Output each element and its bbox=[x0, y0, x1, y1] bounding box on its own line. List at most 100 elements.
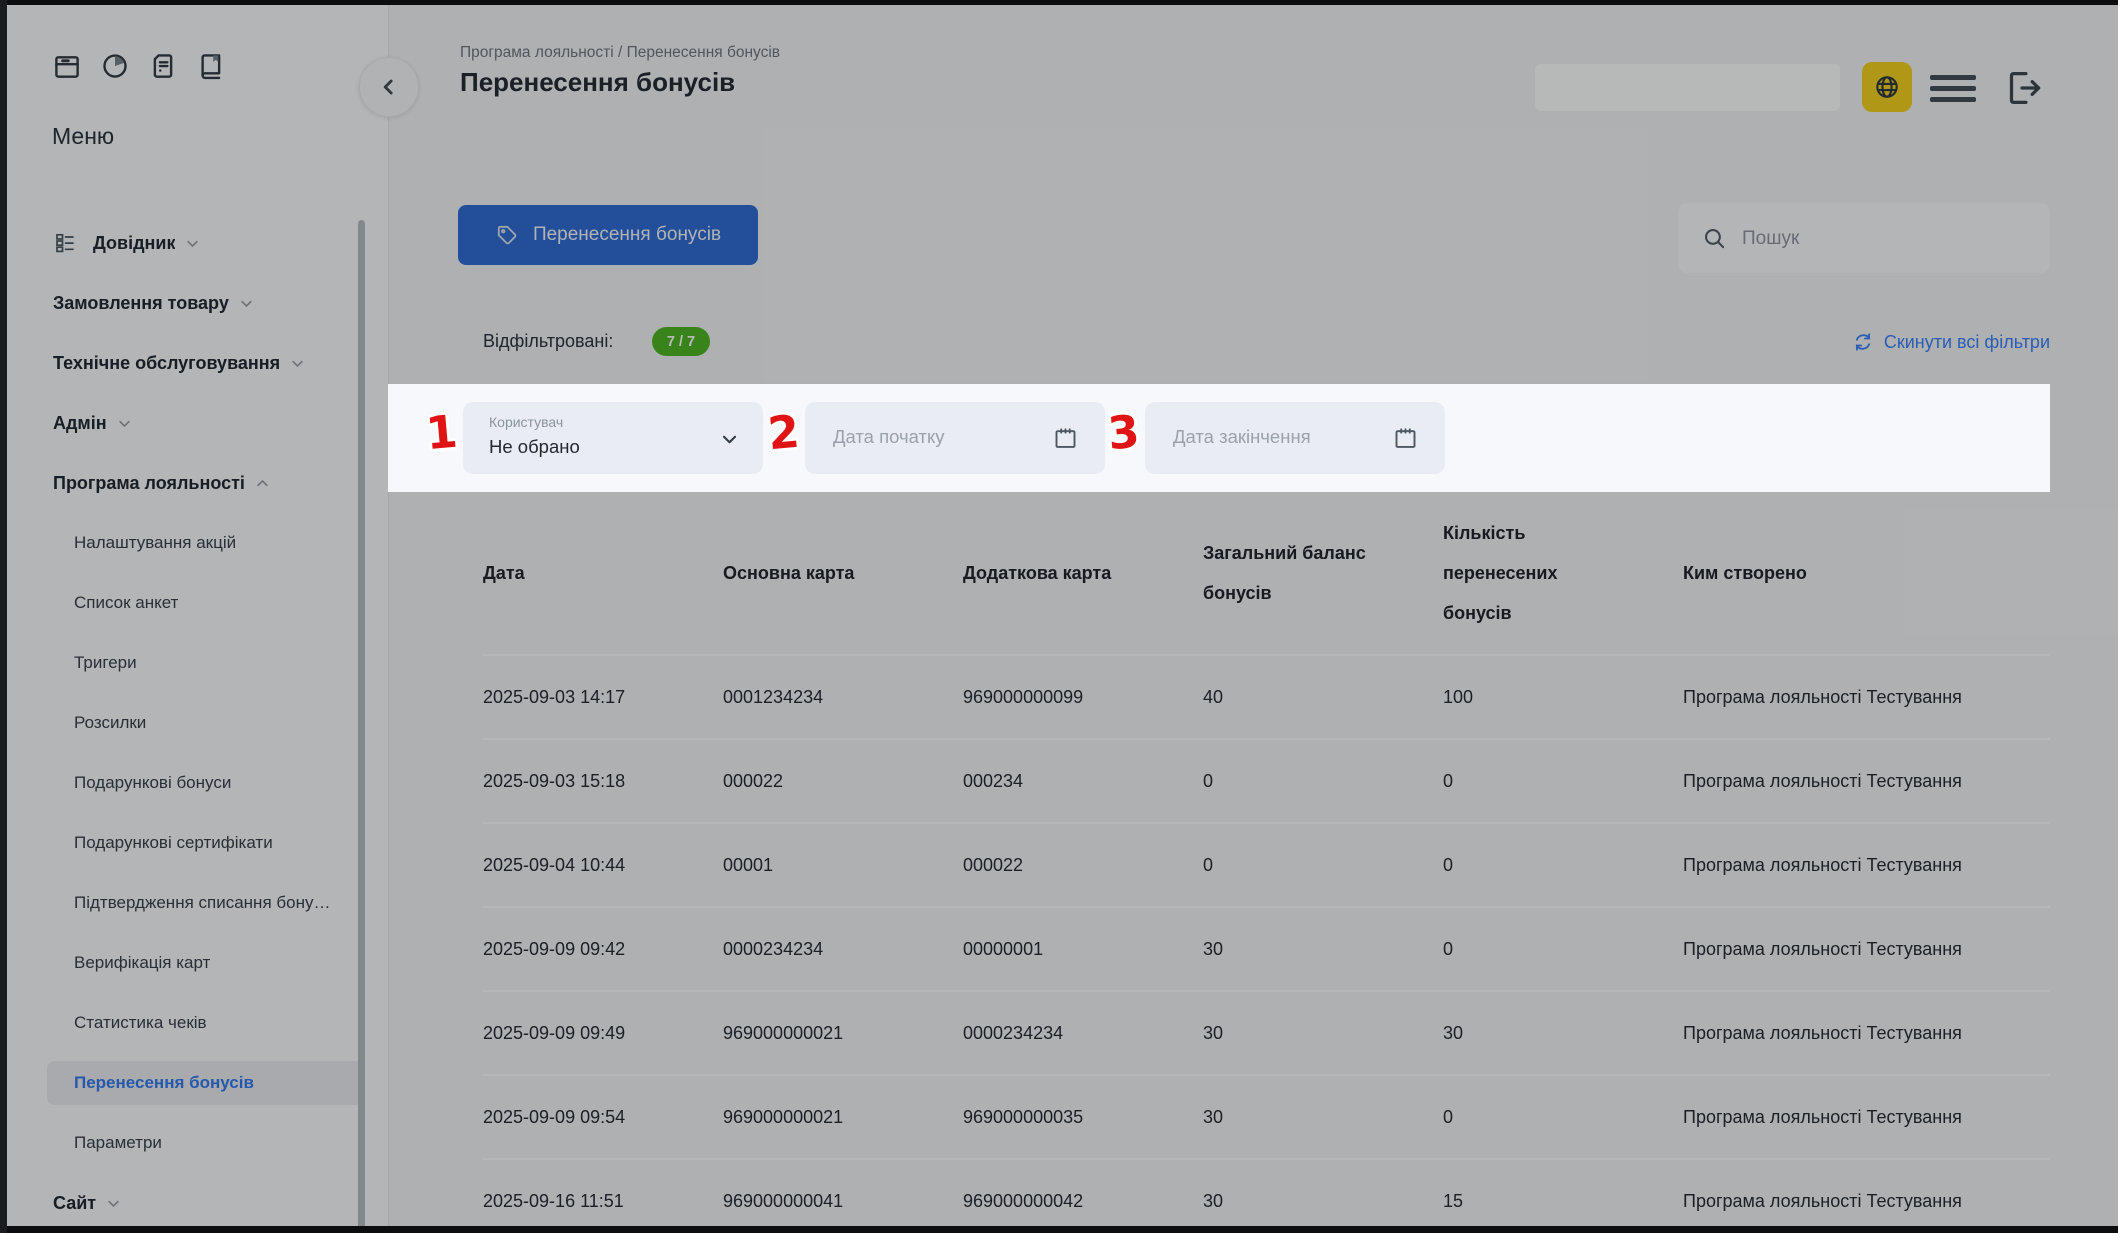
date-from-input[interactable]: Дата початку bbox=[805, 402, 1105, 474]
pie-chart-icon[interactable] bbox=[100, 51, 130, 81]
annotation-1: 1 bbox=[424, 405, 460, 461]
table-row: 2025-09-09 09:49969000000021000023423430… bbox=[483, 990, 2050, 1074]
table-cell: 00001 bbox=[723, 855, 963, 876]
column-header-label: Додаткова карта bbox=[963, 563, 1111, 583]
table-cell: Програма лояльності Тестування bbox=[1683, 1023, 2050, 1044]
calendar-icon bbox=[1052, 425, 1079, 452]
annotation-3: 3 bbox=[1106, 405, 1142, 461]
table-cell: 000234 bbox=[963, 771, 1203, 792]
chevron-down-icon bbox=[720, 430, 739, 449]
sidebar-item-label: Розсилки bbox=[74, 713, 146, 733]
table-cell: Програма лояльності Тестування bbox=[1683, 771, 2050, 792]
table-cell: 969000000042 bbox=[963, 1191, 1203, 1212]
table-cell: 30 bbox=[1203, 939, 1443, 960]
calendar-icon bbox=[1392, 425, 1419, 452]
sidebar-item-6[interactable]: Список анкет bbox=[47, 581, 365, 625]
table-row: 2025-09-16 11:51969000000041969000000042… bbox=[483, 1158, 2050, 1233]
sidebar-scrollbar[interactable] bbox=[358, 220, 365, 1232]
main-content: Програма лояльності / Перенесення бонусі… bbox=[388, 5, 2118, 1233]
sidebar-item-4[interactable]: Програма лояльності bbox=[47, 461, 365, 505]
column-header: Дата bbox=[483, 553, 723, 593]
sidebar-item-label: Налаштування акцій bbox=[74, 533, 236, 553]
sidebar-item-2[interactable]: Технічне обслуговування bbox=[47, 341, 365, 385]
document-icon[interactable] bbox=[148, 51, 178, 81]
search-box bbox=[1678, 203, 2050, 273]
window-top-edge bbox=[0, 0, 2118, 5]
column-header: Ким створено bbox=[1683, 553, 2050, 593]
table-cell: 0 bbox=[1443, 771, 1683, 792]
breadcrumb[interactable]: Програма лояльності / Перенесення бонусі… bbox=[460, 44, 780, 62]
sidebar-item-12[interactable]: Верифікація карт bbox=[47, 941, 365, 985]
table-cell: 969000000035 bbox=[963, 1107, 1203, 1128]
table-cell: 0000234234 bbox=[723, 939, 963, 960]
table-cell: Програма лояльності Тестування bbox=[1683, 1107, 2050, 1128]
table-cell: 0 bbox=[1203, 855, 1443, 876]
archive-box-icon[interactable] bbox=[52, 51, 82, 81]
user-filter-value: Не обрано bbox=[489, 436, 580, 458]
sidebar-item-0[interactable]: Довідник bbox=[47, 221, 365, 265]
table-row: 2025-09-03 15:1800002200023400Програма л… bbox=[483, 738, 2050, 822]
table-row: 2025-09-04 10:440000100002200Програма ло… bbox=[483, 822, 2050, 906]
sidebar-item-label: Програма лояльності bbox=[53, 473, 245, 494]
filtered-label: Відфільтровані: bbox=[483, 331, 613, 352]
tag-icon bbox=[495, 223, 519, 247]
page-title: Перенесення бонусів bbox=[460, 67, 735, 98]
sidebar-item-13[interactable]: Статистика чеків bbox=[47, 1001, 365, 1045]
user-panel-placeholder[interactable] bbox=[1535, 64, 1840, 111]
table-cell: 30 bbox=[1203, 1191, 1443, 1212]
sidebar-item-10[interactable]: Подарункові сертифікати bbox=[47, 821, 365, 865]
table-cell: Програма лояльності Тестування bbox=[1683, 1191, 2050, 1212]
sidebar-item-label: Адмін bbox=[53, 413, 107, 434]
table-cell: 2025-09-03 14:17 bbox=[483, 687, 723, 708]
chevron-down-icon bbox=[185, 236, 200, 251]
sidebar-item-15[interactable]: Параметри bbox=[47, 1121, 365, 1165]
column-header: Кількість перенесених бонусів bbox=[1443, 513, 1683, 633]
hamburger-menu-button[interactable] bbox=[1930, 75, 1976, 101]
sidebar-collapse-button[interactable] bbox=[359, 57, 419, 117]
table-cell: 30 bbox=[1203, 1023, 1443, 1044]
language-button[interactable] bbox=[1862, 62, 1912, 112]
table-cell: 969000000099 bbox=[963, 687, 1203, 708]
sidebar-item-7[interactable]: Тригери bbox=[47, 641, 365, 685]
table-cell: Програма лояльності Тестування bbox=[1683, 939, 2050, 960]
sidebar-item-3[interactable]: Адмін bbox=[47, 401, 365, 445]
user-filter-dropdown[interactable]: Користувач Не обрано bbox=[463, 402, 763, 474]
sidebar-item-label: Параметри bbox=[74, 1133, 162, 1153]
globe-icon bbox=[1873, 73, 1901, 101]
table-cell: 2025-09-04 10:44 bbox=[483, 855, 723, 876]
window-bottom-edge bbox=[0, 1226, 2118, 1233]
sidebar-item-5[interactable]: Налаштування акцій bbox=[47, 521, 365, 565]
search-input[interactable] bbox=[1740, 203, 2039, 275]
chevron-down-icon bbox=[239, 296, 254, 311]
app-window: Меню ДовідникЗамовлення товаруТехнічне о… bbox=[0, 0, 2118, 1233]
user-filter-label: Користувач bbox=[489, 414, 563, 430]
logout-icon bbox=[2000, 65, 2046, 111]
table-cell: Програма лояльності Тестування bbox=[1683, 855, 2050, 876]
table-cell: 15 bbox=[1443, 1191, 1683, 1212]
sidebar-item-label: Технічне обслуговування bbox=[53, 353, 280, 374]
logout-button[interactable] bbox=[2000, 65, 2046, 111]
column-header-label: Кількість перенесених бонусів bbox=[1443, 513, 1613, 633]
table-cell: 2025-09-09 09:49 bbox=[483, 1023, 723, 1044]
column-header-label: Ким створено bbox=[1683, 563, 1807, 583]
sidebar-item-9[interactable]: Подарункові бонуси bbox=[47, 761, 365, 805]
sidebar-quick-icons bbox=[52, 51, 226, 81]
refresh-icon bbox=[1852, 331, 1874, 353]
reset-filters-link[interactable]: Скинути всі фільтри bbox=[1852, 331, 2050, 353]
sidebar-item-16[interactable]: Сайт bbox=[47, 1181, 365, 1225]
sidebar-item-1[interactable]: Замовлення товару bbox=[47, 281, 365, 325]
table-body: 2025-09-03 14:17000123423496900000009940… bbox=[388, 654, 2050, 1233]
table-cell: 2025-09-16 11:51 bbox=[483, 1191, 723, 1212]
sidebar-item-14-active[interactable]: Перенесення бонусів bbox=[47, 1061, 365, 1105]
date-to-input[interactable]: Дата закінчення bbox=[1145, 402, 1445, 474]
book-icon[interactable] bbox=[196, 51, 226, 81]
sidebar-item-11[interactable]: Підтвердження списання бону… bbox=[47, 881, 365, 925]
sidebar-item-label: Довідник bbox=[93, 233, 175, 254]
table-cell: 2025-09-03 15:18 bbox=[483, 771, 723, 792]
transfer-bonuses-button[interactable]: Перенесення бонусів bbox=[458, 205, 758, 265]
sidebar-item-label: Статистика чеків bbox=[74, 1013, 207, 1033]
sidebar-item-8[interactable]: Розсилки bbox=[47, 701, 365, 745]
table-cell: 0000234234 bbox=[963, 1023, 1203, 1044]
column-header: Загальний баланс бонусів bbox=[1203, 533, 1443, 613]
reset-filters-label: Скинути всі фільтри bbox=[1884, 332, 2050, 353]
